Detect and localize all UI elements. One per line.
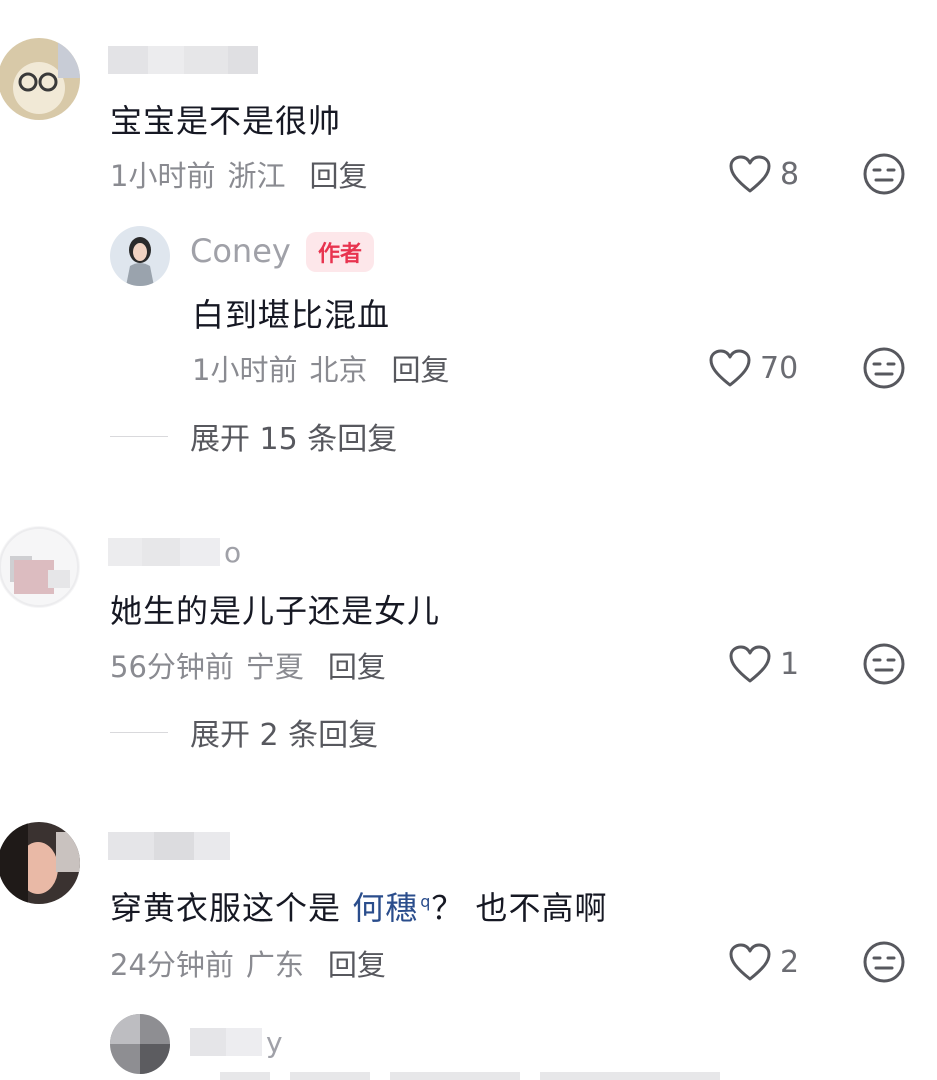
reply-text: 白到堪比混血 [192,296,391,334]
comment-meta: 56分钟前 宁夏 回复 [110,644,386,686]
author-badge: 作者 [306,232,375,272]
reply-time: 1小时前 [192,353,298,387]
comment-meta: 24分钟前 广东 回复 [110,942,386,984]
reply-button[interactable]: 回复 [328,644,386,686]
like-count: 8 [780,156,800,192]
like-button[interactable]: 70 [708,348,798,388]
search-icon: 𝗊 [420,892,432,912]
comment-location: 浙江 [227,159,286,193]
expand-replies-button[interactable]: 展开 15 条回复 [110,414,397,458]
expand-replies-button[interactable]: 展开 2 条回复 [110,710,378,754]
mention-name: 何穗 [352,889,419,927]
heart-outline-icon [729,943,771,981]
comment-text: 她生的是儿子还是女儿 [110,592,441,630]
comment-list: 宝宝是不是很帅 1小时前 浙江 回复 8 Coney 作者 白到堪比混血 1小时… [0,0,937,1080]
neutral-face-icon[interactable] [862,346,906,390]
comment-location: 广东 [245,948,304,982]
like-button[interactable]: 1 [728,644,799,684]
comment-meta: 1小时前 浙江 回复 [110,153,367,195]
expand-replies-label: 展开 2 条回复 [190,718,379,753]
avatar[interactable] [0,526,80,608]
heart-outline-icon [729,645,771,683]
neutral-face-icon[interactable] [862,152,906,196]
username-blurred: o [108,532,241,572]
avatar[interactable] [110,1014,170,1074]
avatar[interactable] [0,38,80,120]
reply-location: 北京 [309,353,368,387]
like-count: 70 [760,350,799,386]
comment-location: 宁夏 [245,650,304,684]
heart-outline-icon [709,349,751,387]
comment-time: 1小时前 [110,159,216,193]
mention-link[interactable]: 何穗 𝗊 [352,889,431,927]
comment-text-cutoff [220,1072,720,1080]
reply-button[interactable]: 回复 [309,153,367,195]
comment-time: 56分钟前 [110,650,234,684]
comment-text-before: 穿黄衣服这个是 [110,889,353,927]
comment-text: 穿黄衣服这个是 何穗 𝗊？ 也不高啊 [110,883,608,929]
like-button[interactable]: 2 [728,942,799,982]
like-count: 2 [780,944,800,980]
neutral-face-icon[interactable] [862,642,906,686]
username-partial: o [224,535,242,569]
reply-button[interactable]: 回复 [328,942,386,984]
like-count: 1 [780,646,800,682]
avatar[interactable] [0,822,80,904]
like-button[interactable]: 8 [728,154,799,194]
author-name[interactable]: Coney [190,232,291,270]
reply-meta: 1小时前 北京 回复 [192,347,449,389]
expand-replies-label: 展开 15 条回复 [190,422,398,457]
username-blurred [108,826,230,866]
heart-outline-icon [729,155,771,193]
divider-line [110,731,168,733]
username-blurred: y [190,1022,283,1062]
username-partial: y [266,1025,283,1059]
username-blurred [108,40,258,80]
comment-text-after: ？ 也不高啊 [431,889,608,927]
author-avatar[interactable] [110,226,170,286]
comment-time: 24分钟前 [110,948,234,982]
reply-button[interactable]: 回复 [391,347,449,389]
neutral-face-icon[interactable] [862,940,906,984]
divider-line [110,435,168,437]
comment-text: 宝宝是不是很帅 [110,102,342,140]
